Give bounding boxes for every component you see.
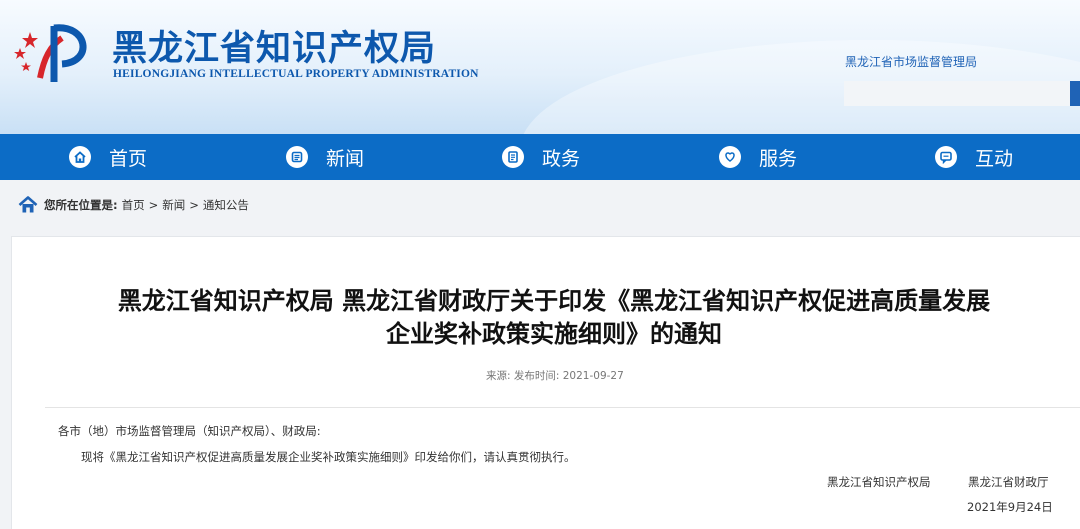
nav-label: 首页 [109,147,148,170]
chat-icon [935,146,957,168]
main-nav: 首页 新闻 政务 服务 互动 [0,134,1080,180]
article-title-line: 企业奖补政策实施细则》的通知 [386,320,722,348]
nav-item-home[interactable]: 首页 [69,134,147,180]
market-regulation-link[interactable]: 黑龙江省市场监督管理局 [845,53,977,70]
home-icon [18,196,38,213]
publish-info: 来源: 发布时间: 2021-09-27 [486,370,624,382]
nav-label: 互动 [975,147,1014,170]
article-card: 黑龙江省知识产权局 黑龙江省财政厅关于印发《黑龙江省知识产权促进高质量发展 企业… [11,236,1080,529]
document-icon [502,146,524,168]
article-paragraph: 现将《黑龙江省知识产权促进高质量发展企业奖补政策实施细则》印发给你们，请认真贯彻… [81,450,576,464]
home-icon [69,146,91,168]
heart-hand-icon [719,146,741,168]
nav-item-news[interactable]: 新闻 [286,134,364,180]
nav-label: 政务 [542,147,581,170]
article-title-line: 黑龙江省知识产权局 黑龙江省财政厅关于印发《黑龙江省知识产权促进高质量发展 [117,287,991,315]
salutation: 各市（地）市场监督管理局（知识产权局）、财政局: [58,424,321,438]
nav-item-government[interactable]: 政务 [502,134,580,180]
search-button[interactable] [1070,81,1080,106]
article-date: 2021年9月24日 [967,500,1053,514]
nav-label: 服务 [759,147,798,170]
nav-label: 新闻 [326,147,365,170]
nav-item-interaction[interactable]: 互动 [935,134,1013,180]
site-subtitle: HEILONGJIANG INTELLECTUAL PROPERTY ADMIN… [113,68,479,80]
breadcrumb-separator: > [148,198,159,212]
site-title: 黑龙江省知识产权局 [112,28,437,69]
signer: 黑龙江省知识产权局 [827,475,931,489]
newspaper-icon [286,146,308,168]
divider [45,407,1080,408]
article-title: 黑龙江省知识产权局 黑龙江省财政厅关于印发《黑龙江省知识产权促进高质量发展 企业… [74,285,1034,351]
site-header: 黑龙江省知识产权局 HEILONGJIANG INTELLECTUAL PROP… [0,0,1080,134]
breadcrumb-notice-link[interactable]: 通知公告 [203,197,249,213]
search-input[interactable] [844,81,1070,106]
breadcrumb-home-link[interactable]: 首页 [122,197,145,213]
nav-item-services[interactable]: 服务 [719,134,797,180]
breadcrumb-news-link[interactable]: 新闻 [162,197,185,213]
signer: 黑龙江省财政厅 [968,475,1049,489]
breadcrumb-separator: > [189,198,199,212]
breadcrumb: 您所在位置是: 首页 > 新闻 > 通知公告 [18,194,249,216]
site-logo[interactable] [10,18,94,86]
breadcrumb-prefix: 您所在位置是: [44,198,118,212]
